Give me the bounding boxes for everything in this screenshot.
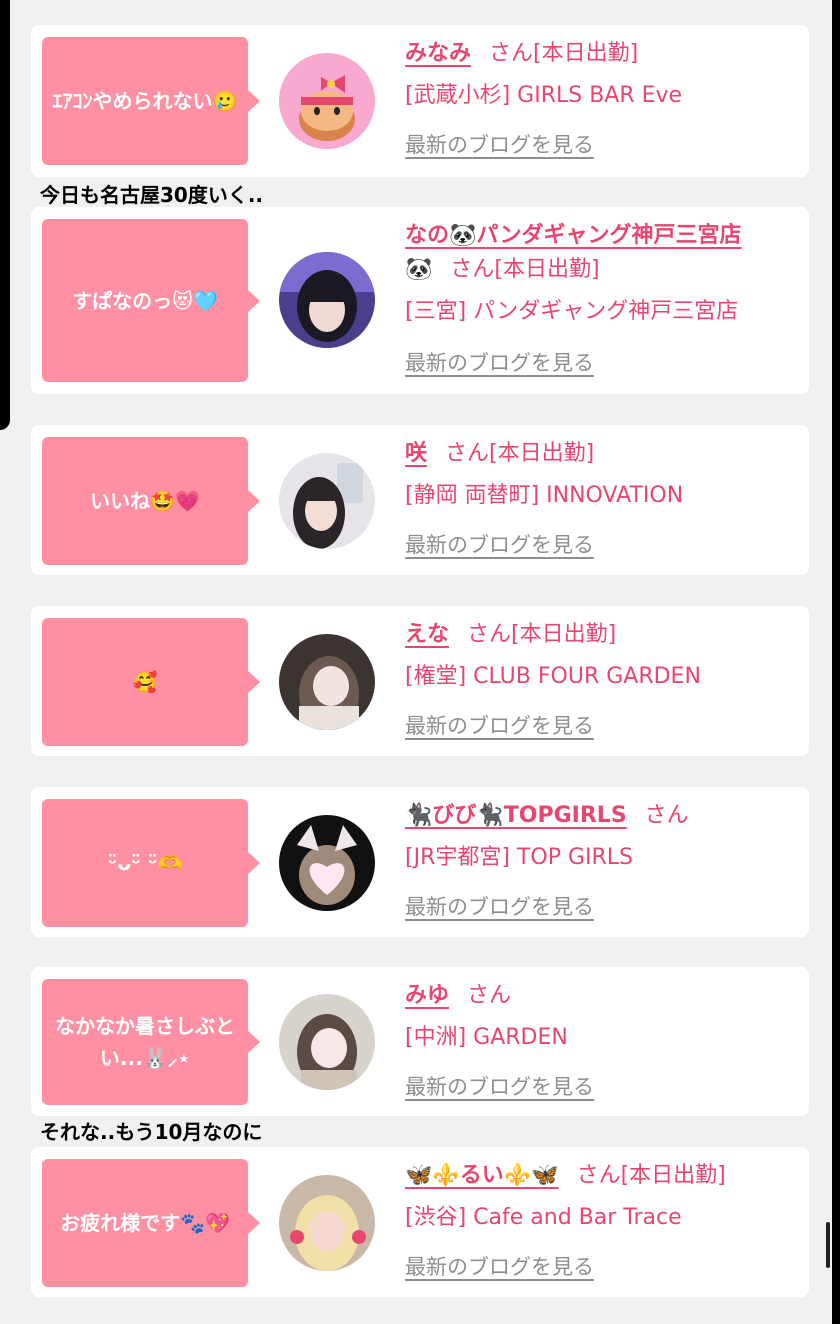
girl-name-link[interactable]: みゆ — [405, 983, 449, 1008]
message-bubble: ᵕ̈ᴗᵕ̈ ᵕ̈🫶 — [42, 799, 260, 927]
name-line: みなみ さん[本日出勤] — [405, 37, 799, 71]
name-line: みゆ さん — [405, 979, 799, 1013]
blog-link[interactable]: 最新のブログを見る — [405, 1071, 594, 1101]
message-text: いいね🤩💗 — [90, 489, 200, 513]
girl-name-link[interactable]: 🦋⚜️るい⚜️🦋 — [405, 1163, 559, 1188]
girl-photo-avatar[interactable] — [279, 453, 375, 549]
screen-edge-left — [0, 0, 10, 430]
entry-info: みなみ さん[本日出勤] [武蔵小杉] GIRLS BAR Eve 最新のブログを… — [405, 37, 799, 157]
girl-photo-avatar[interactable] — [279, 994, 375, 1090]
message-text: ｴｱｺﾝやめられない🥲 — [52, 89, 238, 113]
shop-name: [渋谷] Cafe and Bar Trace — [405, 1205, 682, 1230]
shop-name: [武蔵小杉] GIRLS BAR Eve — [405, 83, 683, 108]
scrollbar[interactable] — [826, 1222, 830, 1268]
name-suffix: さん[本日出勤] — [467, 622, 617, 647]
message-bubble: 🥰 — [42, 618, 260, 746]
entry-info: 🦋⚜️るい⚜️🦋 さん[本日出勤] [渋谷] Cafe and Bar Trace… — [405, 1159, 799, 1279]
message-bubble: すぱなのっ😻🩵 — [42, 219, 260, 382]
name-line: 咲さん[本日出勤] — [405, 437, 799, 471]
name-line: えな さん[本日出勤] — [405, 618, 799, 652]
message-text: 🥰 — [132, 670, 158, 694]
name-suffix: さん[本日出勤] — [445, 441, 595, 466]
name-suffix: さん — [644, 803, 689, 828]
shop-name: [三宮] パンダギャング神戸三宮店 — [405, 299, 739, 324]
girl-name-link[interactable]: 🐈‍⬛びび🐈‍⬛TOPGIRLS — [405, 803, 627, 828]
blog-link[interactable]: 最新のブログを見る — [405, 347, 594, 377]
list-item[interactable]: お疲れ様です🐾💖 🦋⚜️るい⚜️🦋 さん[本日出勤] [渋谷] Cafe and … — [31, 1147, 809, 1297]
cat-ear-avatar[interactable] — [279, 815, 375, 911]
name-line-2: 🐼 さん[本日出勤] — [405, 253, 799, 287]
message-text: すぱなのっ😻🩵 — [72, 288, 218, 313]
name-suffix: さん[本日出勤] — [576, 1163, 726, 1188]
list-item[interactable]: 🥰 えな さん[本日出勤] [権堂] CLUB FOUR GARDEN 最新のブロ… — [31, 606, 809, 756]
message-bubble: なかなか暑さしぶとい...🐰⸝⋆ — [42, 979, 260, 1105]
entry-info: みゆ さん [中洲] GARDEN 最新のブログを見る — [405, 979, 799, 1099]
panda-icon: 🐼 — [405, 257, 433, 282]
name-line: なの🐼パンダギャング神戸三宮店 — [405, 219, 799, 253]
blog-link[interactable]: 最新のブログを見る — [405, 529, 594, 559]
screen-edge-right — [832, 0, 840, 1324]
name-line: 🦋⚜️るい⚜️🦋 さん[本日出勤] — [405, 1159, 799, 1193]
message-bubble: いいね🤩💗 — [42, 437, 260, 565]
name-line: 🐈‍⬛びび🐈‍⬛TOPGIRLS さん — [405, 799, 799, 833]
status-caption: それな..もう10月なのに — [40, 1120, 263, 1144]
hello-kitty-avatar[interactable] — [279, 53, 375, 149]
blog-link[interactable]: 最新のブログを見る — [405, 1251, 594, 1281]
girl-name-link[interactable]: みなみ — [405, 41, 471, 66]
list-item[interactable]: なかなか暑さしぶとい...🐰⸝⋆ みゆ さん [中洲] GARDEN 最新のブログ… — [31, 967, 809, 1116]
entry-info: 🐈‍⬛びび🐈‍⬛TOPGIRLS さん [JR宇都宮] TOP GIRLS 最新の… — [405, 799, 799, 919]
girl-photo-avatar[interactable] — [279, 252, 375, 348]
shop-name: [静岡 両替町] INNOVATION — [405, 483, 684, 508]
message-text: ᵕ̈ᴗᵕ̈ ᵕ̈🫶 — [107, 851, 183, 875]
name-suffix: さん[本日出勤] — [450, 257, 600, 282]
list-item[interactable]: いいね🤩💗 咲さん[本日出勤] [静岡 両替町] INNOVATION 最新のブ… — [31, 425, 809, 575]
list-item[interactable]: すぱなのっ😻🩵 なの🐼パンダギャング神戸三宮店 🐼 さん[本日出勤] [三宮] パ… — [31, 207, 809, 394]
list-item[interactable]: ᵕ̈ᴗᵕ̈ ᵕ̈🫶 🐈‍⬛びび🐈‍⬛TOPGIRLS さん [JR宇都宮] TOP… — [31, 787, 809, 937]
message-text: なかなか暑さしぶとい...🐰⸝⋆ — [55, 1014, 235, 1070]
girl-name-link[interactable]: なの🐼パンダギャング神戸三宮店 — [405, 223, 742, 248]
girl-name-link[interactable]: 咲 — [405, 441, 427, 466]
blonde-girl-avatar[interactable] — [279, 1175, 375, 1271]
shop-name: [中洲] GARDEN — [405, 1025, 568, 1050]
entry-info: なの🐼パンダギャング神戸三宮店 🐼 さん[本日出勤] [三宮] パンダギャング神戸… — [405, 219, 799, 375]
message-text: お疲れ様です🐾💖 — [60, 1211, 230, 1235]
blog-link[interactable]: 最新のブログを見る — [405, 891, 594, 921]
blog-link[interactable]: 最新のブログを見る — [405, 710, 594, 740]
message-bubble: お疲れ様です🐾💖 — [42, 1159, 260, 1287]
blog-link[interactable]: 最新のブログを見る — [405, 129, 594, 159]
entry-info: 咲さん[本日出勤] [静岡 両替町] INNOVATION 最新のブログを見る — [405, 437, 799, 557]
girl-photo-avatar[interactable] — [279, 634, 375, 730]
message-bubble: ｴｱｺﾝやめられない🥲 — [42, 37, 260, 165]
shop-name: [権堂] CLUB FOUR GARDEN — [405, 664, 701, 689]
entry-info: えな さん[本日出勤] [権堂] CLUB FOUR GARDEN 最新のブログを… — [405, 618, 799, 738]
list-item[interactable]: ｴｱｺﾝやめられない🥲 みなみ さん[本日出勤] [武蔵小杉] GIRLS BAR… — [31, 25, 809, 177]
shop-name: [JR宇都宮] TOP GIRLS — [405, 845, 633, 870]
name-suffix: さん — [467, 983, 512, 1008]
girl-name-link[interactable]: えな — [405, 622, 449, 647]
name-suffix: さん[本日出勤] — [489, 41, 639, 66]
status-caption: 今日も名古屋30度いく.. — [40, 183, 264, 207]
